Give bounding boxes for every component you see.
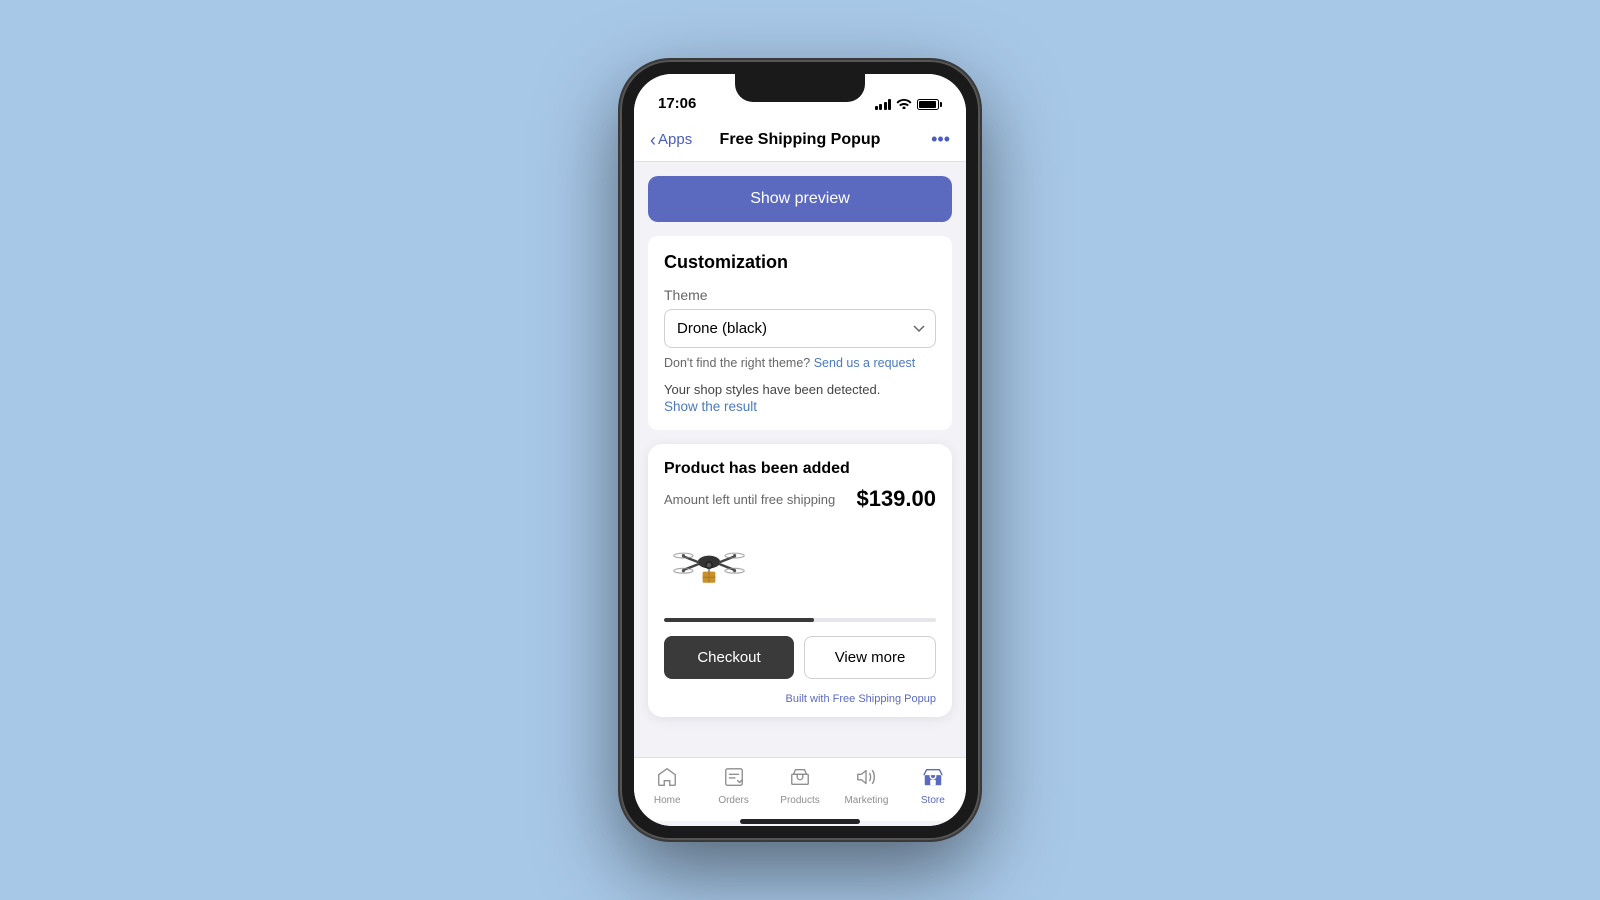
nav-title: Free Shipping Popup	[710, 131, 890, 149]
home-icon	[656, 766, 678, 792]
drone-image	[664, 526, 754, 606]
store-icon	[922, 766, 944, 792]
tab-store[interactable]: Store	[900, 766, 966, 806]
theme-label: Theme	[664, 287, 936, 303]
back-button[interactable]: ‹ Apps	[650, 131, 710, 149]
nav-bar: ‹ Apps Free Shipping Popup •••	[634, 118, 966, 162]
tab-store-label: Store	[921, 795, 945, 806]
battery-icon	[917, 99, 942, 110]
status-time: 17:06	[658, 95, 696, 112]
products-icon	[789, 766, 811, 792]
tab-bar: Home Orders	[634, 757, 966, 821]
show-preview-button[interactable]: Show preview	[648, 176, 952, 222]
theme-hint: Don't find the right theme? Send us a re…	[664, 356, 936, 370]
tab-marketing[interactable]: Marketing	[833, 766, 899, 806]
send-request-link[interactable]: Send us a request	[814, 356, 915, 370]
customization-section: Customization Theme Drone (black) Don't …	[648, 236, 952, 430]
popup-title: Product has been added	[664, 460, 936, 478]
content-area: Show preview Customization Theme Drone (…	[634, 162, 966, 757]
phone-frame: 17:06	[620, 60, 980, 840]
phone-wrapper: 17:06	[620, 60, 980, 840]
progress-bar-area	[648, 606, 952, 622]
home-indicator	[634, 821, 966, 826]
popup-actions: Checkout View more	[648, 622, 952, 693]
popup-footer-app-name: Free Shipping Popup	[833, 693, 936, 705]
checkout-button[interactable]: Checkout	[664, 636, 794, 679]
popup-amount-row: Amount left until free shipping $139.00	[664, 486, 936, 512]
popup-image-area	[648, 516, 952, 606]
orders-icon	[723, 766, 745, 792]
wifi-icon	[896, 97, 912, 112]
theme-select[interactable]: Drone (black)	[664, 309, 936, 348]
popup-amount-label: Amount left until free shipping	[664, 492, 835, 507]
tab-products[interactable]: Products	[767, 766, 833, 806]
tab-marketing-label: Marketing	[844, 795, 888, 806]
status-icons	[875, 97, 943, 112]
popup-price: $139.00	[856, 486, 936, 512]
notch	[735, 74, 865, 102]
popup-footer: Built with Free Shipping Popup	[648, 693, 952, 717]
tab-products-label: Products	[780, 795, 819, 806]
phone-screen: 17:06	[634, 74, 966, 826]
back-chevron-icon: ‹	[650, 131, 656, 149]
shop-styles-text: Your shop styles have been detected.	[664, 382, 936, 397]
popup-preview-card: Product has been added Amount left until…	[648, 444, 952, 717]
more-button[interactable]: •••	[890, 129, 950, 150]
popup-card-header: Product has been added Amount left until…	[648, 444, 952, 516]
back-label: Apps	[658, 131, 692, 148]
tab-home[interactable]: Home	[634, 766, 700, 806]
view-more-button[interactable]: View more	[804, 636, 936, 679]
home-indicator-bar	[740, 819, 860, 824]
marketing-icon	[855, 766, 877, 792]
signal-bars-icon	[875, 99, 892, 110]
show-result-link[interactable]: Show the result	[664, 399, 936, 414]
tab-orders[interactable]: Orders	[700, 766, 766, 806]
customization-title: Customization	[664, 252, 936, 273]
tab-orders-label: Orders	[718, 795, 749, 806]
tab-home-label: Home	[654, 795, 681, 806]
more-dots-icon: •••	[931, 129, 950, 150]
